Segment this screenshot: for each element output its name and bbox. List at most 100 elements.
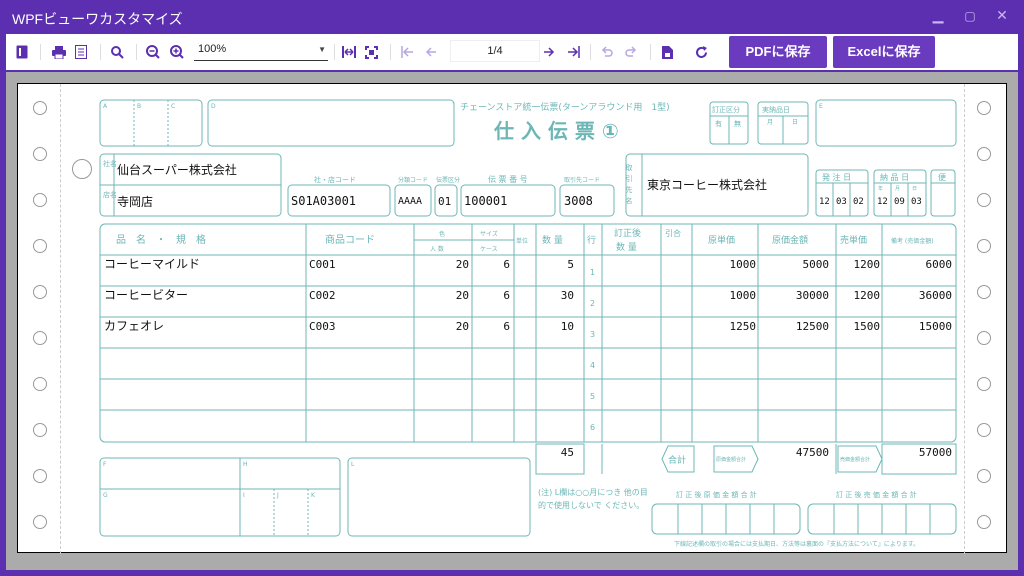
label-teisei-kubun: 訂正区分 [712,105,740,114]
row-item-code: C002 [309,289,336,302]
row-genka: 1250 [730,320,757,333]
table-row: カフェオレ C003 20 6 10 3 1250 12500 1500 150… [104,319,952,339]
row-genka: 1000 [730,258,757,271]
row-item-code: C003 [309,320,336,333]
row-baika: 1200 [854,289,881,302]
label-j: J [276,492,279,499]
row-qty: 5 [567,258,574,271]
denkubun: 01 [438,195,451,208]
label-bin: 便 [938,172,946,182]
print-icon[interactable] [50,42,68,62]
save-excel-button[interactable]: Excelに保存 [833,36,935,68]
table-row: コーヒーマイルド C001 20 6 5 1 1000 5000 1200 60… [104,257,952,277]
nohin-year: 12 [877,197,888,207]
row-baikakin: 6000 [926,258,953,271]
label-tenmei: 店名 [103,190,117,199]
header-teisei: 訂正後 [614,227,641,239]
label-denkubun: 伝票区分 [436,176,460,184]
first-page-icon[interactable] [398,42,416,62]
row-genka: 1000 [730,289,757,302]
label-torihikisaki: 取引先名 [625,164,633,208]
divider [100,44,101,60]
label-no: 無 [734,119,741,128]
label-shaten-code: 社・店コード [314,175,356,184]
total-baika: 57000 [919,446,952,459]
label-month: 月 [767,119,773,126]
label-teisei-baika-gokei: 訂 正 後 売 価 金 額 合 計 [836,490,917,499]
hatchu-month: 03 [836,197,847,207]
label-torihiki-code: 取引先コード [564,176,600,184]
forward-icon[interactable] [622,42,640,62]
box-abc [99,99,203,147]
label-teisei-genka-gokei: 訂 正 後 原 価 金 額 合 計 [676,490,757,499]
row-case: 6 [503,289,510,302]
search-icon[interactable] [108,42,126,62]
header-code: 商品コード [325,233,375,246]
label-baika-gokei: 売価金額合計 [840,456,870,463]
page-number-input[interactable]: 1/4 [450,40,540,62]
row-genkakin: 12500 [796,320,829,333]
row-qty: 30 [561,289,574,302]
row-item-name: カフェオレ [104,319,164,333]
page-setup-icon[interactable] [72,42,90,62]
refresh-icon[interactable] [692,42,710,62]
maximize-icon[interactable]: ▢ [960,9,980,23]
row-baika: 1200 [854,258,881,271]
save-icon[interactable] [658,42,676,62]
zoom-out-icon[interactable] [144,42,162,62]
zoom-in-icon[interactable] [168,42,186,62]
viewer-toolbar: 100% ▼ 1/4 PDFに保存 Excelに保存 [6,34,1018,70]
close-icon[interactable]: ✕ [992,8,1012,24]
header-irisu: 入 数 [430,245,444,253]
divider [590,44,591,60]
label-b: B [137,103,141,110]
last-page-icon[interactable] [564,42,582,62]
label-gokei: 合計 [668,454,686,466]
label-e: E [819,103,823,110]
label-l: L [351,461,355,468]
next-page-icon[interactable] [540,42,558,62]
header-genka: 原単価 [708,234,735,246]
back-icon[interactable] [598,42,616,62]
row-irisu: 20 [456,258,469,271]
chevron-down-icon: ▼ [318,45,326,54]
bunrui-code: AAAA [398,196,422,207]
save-pdf-button[interactable]: PDFに保存 [729,36,827,68]
zoom-select[interactable]: 100% ▼ [194,43,328,61]
footer-note: 下線記述欄の取引の場合には支払期日、方法等は裏面の『支払方法について』によります… [674,540,919,548]
label-shamei: 社名 [103,159,117,168]
fit-width-icon[interactable] [340,42,358,62]
fit-page-icon[interactable] [362,42,380,62]
previous-page-icon[interactable] [422,42,440,62]
divider [40,44,41,60]
header-teisei-qty: 数 量 [616,241,637,253]
header-case: ケース [480,246,498,253]
nohin-day: 03 [911,197,922,207]
denban: 100001 [464,194,507,208]
hatchu-day: 02 [853,197,864,207]
label-bunrui: 分類コード [398,176,428,184]
box-fghij [99,457,341,537]
hatchu-year: 12 [819,197,830,207]
note-text: (注) L欄は○○月につき 他の目的で使用しないで ください。 [538,488,648,510]
label-genka-gokei: 原価金額合計 [716,456,746,463]
supplier-name: 東京コーヒー株式会社 [647,177,767,192]
store-name: 寺岡店 [117,195,153,209]
row-irisu: 20 [456,289,469,302]
row-genkakin: 5000 [803,258,830,271]
row-item-name: コーヒーマイルド [104,257,200,271]
row-case: 6 [503,320,510,333]
row-baikakin: 15000 [919,320,952,333]
divider [136,44,137,60]
document-viewer[interactable]: A B C D チェーンストア統一伝票(ターンアラウンド用 1型) 仕 入 伝 … [6,72,1018,570]
minimize-icon[interactable]: ▁ [928,8,948,24]
header-hikiai: 引合 [665,228,681,238]
header-size: サイズ [480,230,498,238]
label-nen: 年 [878,185,883,192]
box-d [207,99,455,147]
row-irisu: 20 [456,320,469,333]
sidebar-toggle-icon[interactable] [14,42,30,62]
header-qty: 数 量 [542,234,563,246]
header-biko: 備考 (売価金額) [891,237,934,245]
table-row: コーヒービター C002 20 6 30 2 1000 30000 1200 3… [104,288,952,308]
